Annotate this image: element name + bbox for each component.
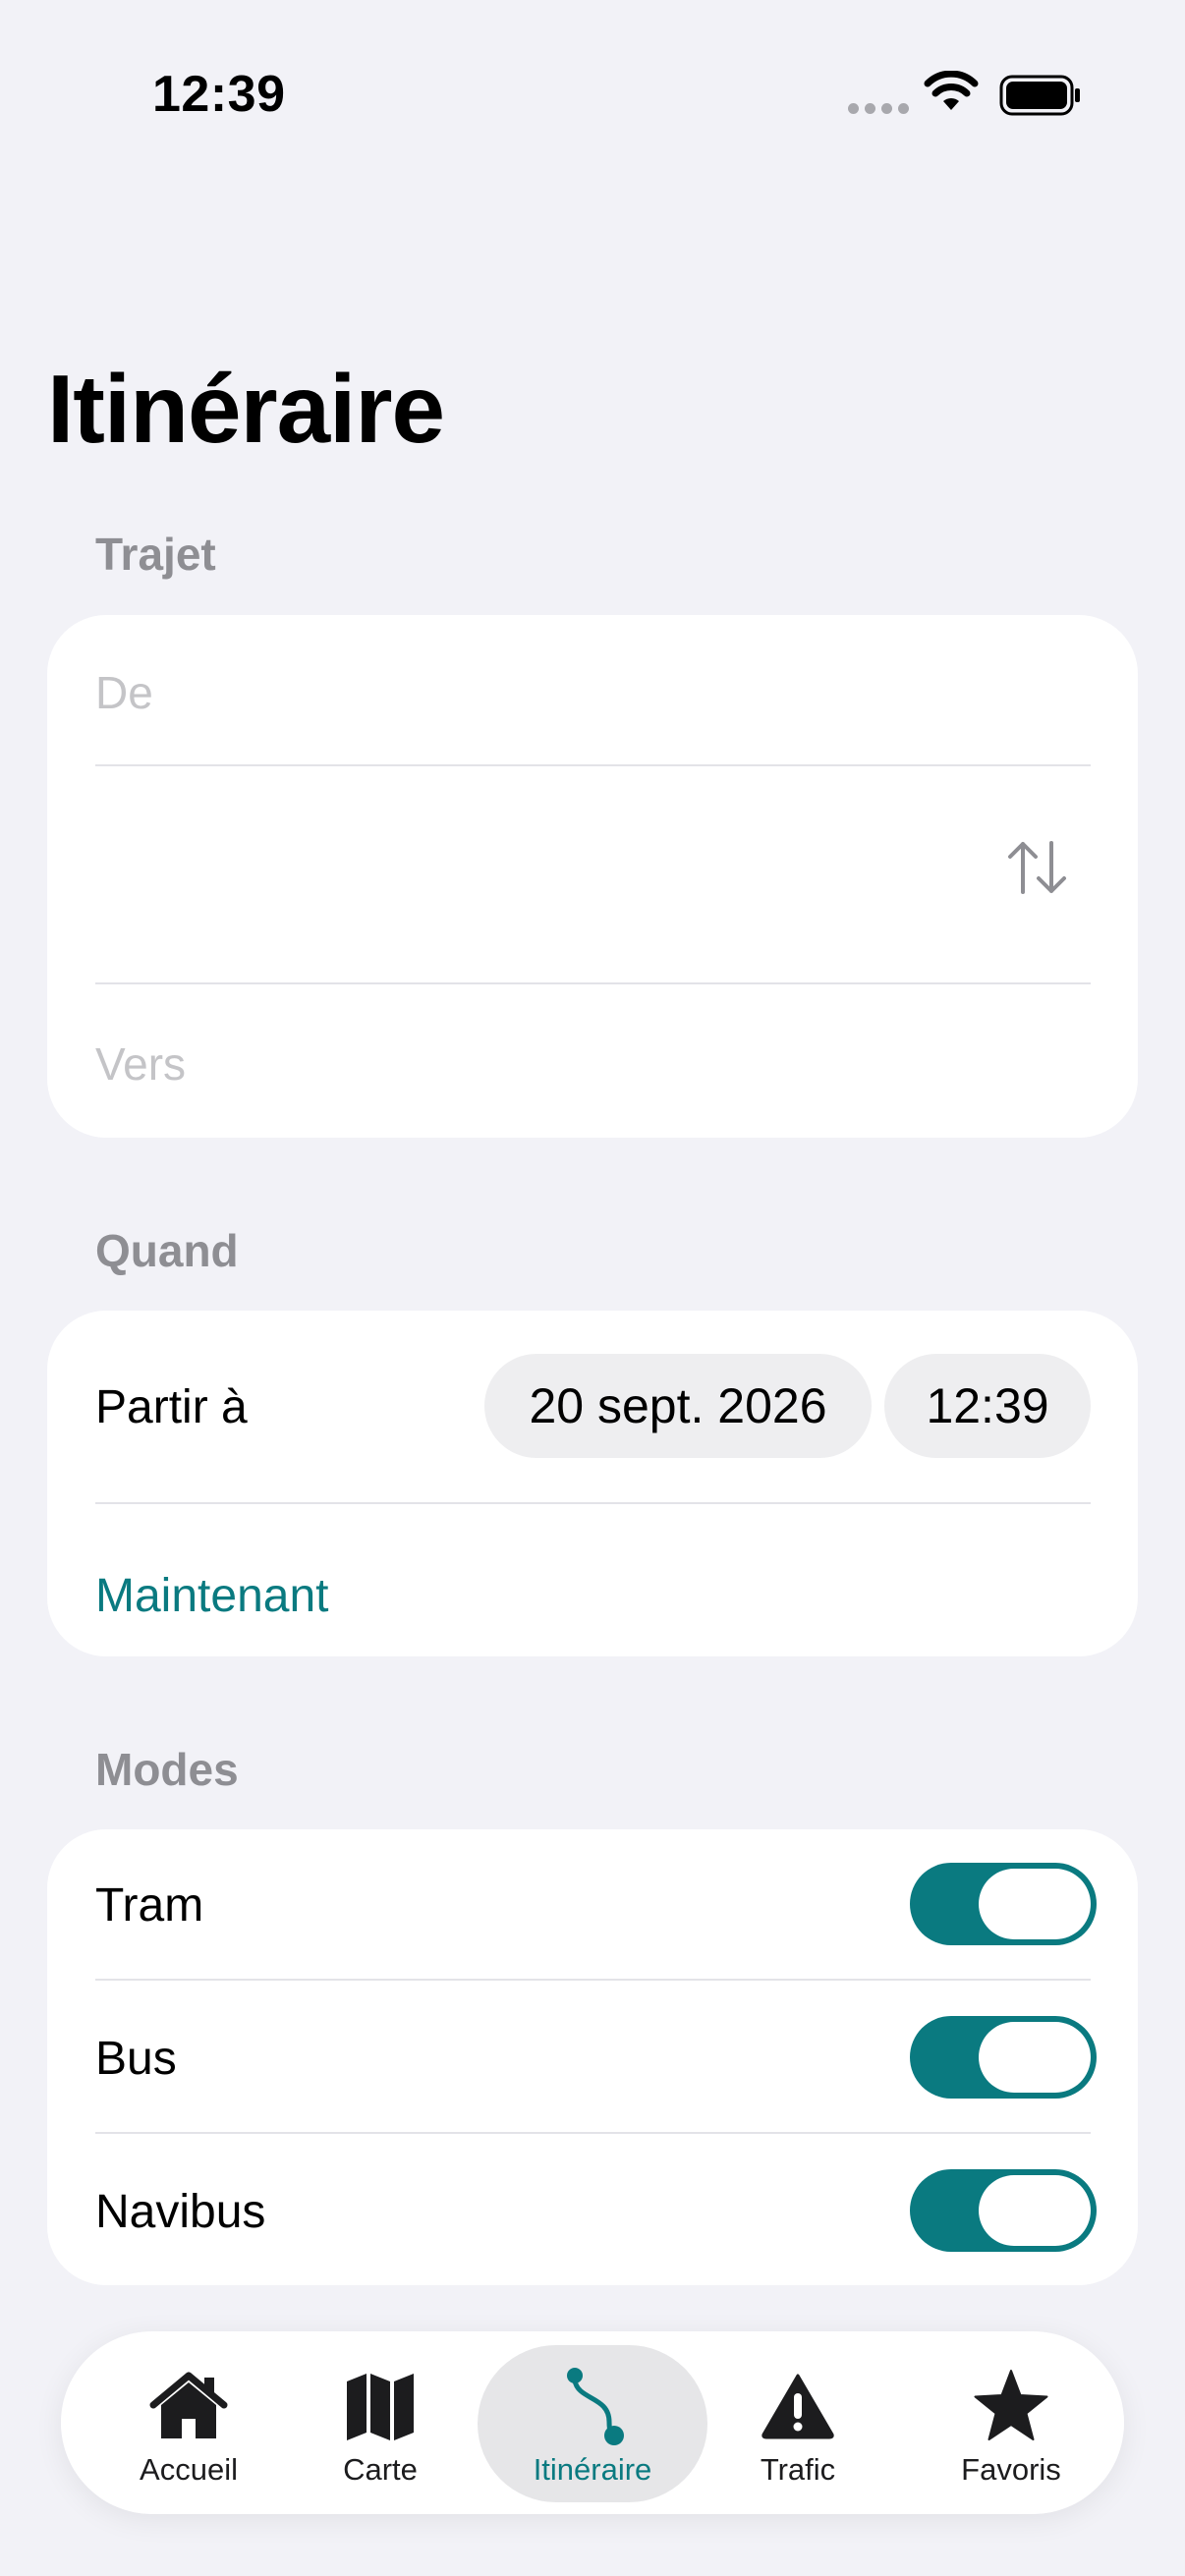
date-picker[interactable]: 20 sept. 2026	[484, 1354, 872, 1458]
mode-label-tram: Tram	[95, 1879, 204, 1932]
tab-favoris[interactable]: Favoris	[928, 2331, 1095, 2514]
tab-accueil[interactable]: Accueil	[110, 2331, 267, 2514]
page-title: Itinéraire	[47, 355, 445, 463]
map-icon	[347, 2374, 414, 2440]
tab-itineraire[interactable]: Itinéraire	[478, 2331, 707, 2514]
modes-card: Tram Bus Navibus	[47, 1829, 1138, 2285]
section-header-trajet: Trajet	[95, 529, 216, 580]
tab-label-trafic: Trafic	[760, 2452, 836, 2487]
to-input[interactable]: Vers	[95, 1037, 186, 1091]
depart-label: Partir à	[95, 1381, 248, 1433]
section-header-quand: Quand	[95, 1225, 239, 1276]
tab-label-favoris: Favoris	[961, 2452, 1061, 2487]
quand-card: Partir à 20 sept. 2026 12:39 Maintenant	[47, 1311, 1138, 1656]
wifi-icon	[924, 71, 979, 110]
status-bar: 12:39	[0, 0, 1185, 187]
navibus-toggle[interactable]	[910, 2169, 1097, 2252]
trajet-card: De Vers	[47, 615, 1138, 1138]
tab-label-accueil: Accueil	[140, 2452, 238, 2487]
status-time: 12:39	[152, 66, 286, 123]
divider	[95, 1502, 1091, 1504]
star-icon	[974, 2370, 1048, 2440]
route-icon	[567, 2368, 624, 2445]
tram-toggle[interactable]	[910, 1863, 1097, 1945]
from-input[interactable]: De	[95, 666, 153, 719]
divider	[95, 2132, 1091, 2134]
swap-vertical-icon[interactable]	[1006, 839, 1069, 896]
toggle-knob	[979, 2175, 1091, 2246]
tab-trafic[interactable]: Trafic	[729, 2331, 867, 2514]
divider	[95, 982, 1091, 984]
mode-label-bus: Bus	[95, 2033, 177, 2085]
house-icon	[149, 2372, 228, 2438]
now-button[interactable]: Maintenant	[95, 1569, 329, 1623]
tab-bar: Accueil Carte Itinéraire Trafic Favoris	[61, 2331, 1124, 2514]
warning-icon	[762, 2374, 834, 2439]
divider	[95, 764, 1091, 766]
toggle-knob	[979, 2022, 1091, 2093]
bus-toggle[interactable]	[910, 2016, 1097, 2099]
tab-label-carte: Carte	[343, 2452, 418, 2487]
toggle-knob	[979, 1869, 1091, 1939]
battery-icon	[999, 75, 1080, 116]
tab-label-itineraire: Itinéraire	[533, 2452, 652, 2487]
divider	[95, 1979, 1091, 1981]
mode-label-navibus: Navibus	[95, 2186, 266, 2238]
time-picker[interactable]: 12:39	[884, 1354, 1091, 1458]
tab-carte[interactable]: Carte	[311, 2331, 449, 2514]
signal-icon	[848, 103, 909, 114]
section-header-modes: Modes	[95, 1744, 239, 1795]
